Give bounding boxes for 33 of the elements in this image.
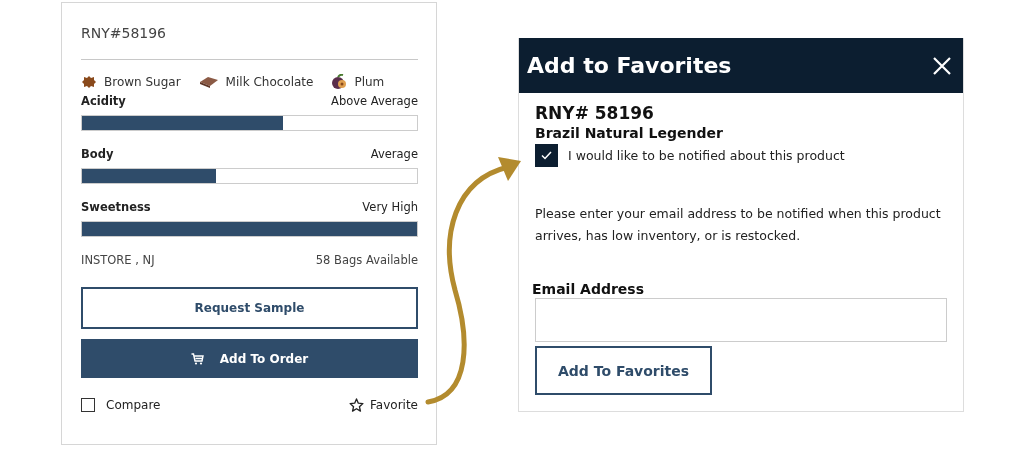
product-name: Brazil Natural Legender bbox=[535, 125, 724, 141]
email-label: Email Address bbox=[532, 281, 645, 297]
favorite-button[interactable]: Favorite bbox=[349, 398, 418, 412]
attribute-reading: Average bbox=[370, 147, 418, 161]
flavor-label: Brown Sugar bbox=[104, 75, 181, 89]
request-sample-button[interactable]: Request Sample bbox=[81, 287, 418, 329]
product-code: RNY# 58196 bbox=[535, 103, 655, 123]
attribute-name: Acidity bbox=[81, 94, 126, 108]
location-text: INSTORE , NJ bbox=[81, 253, 155, 267]
flavor-label: Plum bbox=[354, 75, 385, 89]
attribute-name: Sweetness bbox=[81, 200, 151, 214]
compare-checkbox[interactable] bbox=[81, 398, 95, 412]
dialog-title: Add to Favorites bbox=[527, 53, 732, 78]
sugar-icon bbox=[81, 75, 97, 89]
notify-checkbox[interactable] bbox=[535, 144, 558, 167]
flavor-label: Milk Chocolate bbox=[225, 75, 314, 89]
availability-text: 58 Bags Available bbox=[315, 253, 418, 267]
notify-label: I would like to be notified about this product bbox=[568, 148, 845, 163]
instructions-text: Please enter your email address to be notified when this product arrives, has low inventory, or is restocked. bbox=[535, 205, 942, 245]
compare-label: Compare bbox=[106, 398, 161, 412]
product-code: RNY#58196 bbox=[81, 25, 168, 43]
star-icon bbox=[349, 398, 365, 412]
attribute-reading: Above Average bbox=[331, 94, 418, 108]
close-icon bbox=[933, 56, 951, 75]
chocolate-icon bbox=[198, 76, 219, 88]
attribute-name: Body bbox=[81, 147, 114, 161]
plum-icon bbox=[331, 74, 348, 90]
attribute-reading: Very High bbox=[362, 200, 418, 214]
add-to-order-button[interactable]: Add To Order bbox=[81, 339, 418, 378]
check-icon bbox=[541, 151, 552, 160]
email-field[interactable] bbox=[535, 298, 947, 342]
cart-icon bbox=[190, 352, 204, 365]
add-to-favorites-button[interactable]: Add To Favorites bbox=[535, 346, 712, 395]
